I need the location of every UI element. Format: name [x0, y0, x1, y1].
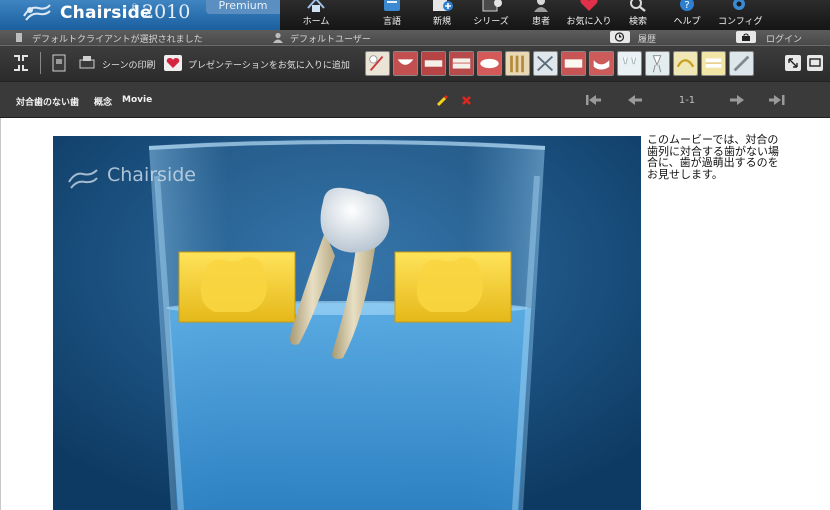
nav-new[interactable]: 新規 [424, 0, 460, 30]
edit-pencil-icon[interactable] [436, 94, 449, 107]
brand-year: 2010 [142, 1, 191, 23]
fullscreen-icon[interactable] [784, 54, 802, 72]
first-page-icon[interactable] [584, 92, 602, 108]
login-label[interactable]: ログイン [766, 32, 802, 45]
video-watermark: Chairside [107, 164, 196, 186]
history-label[interactable]: 履歴 [638, 32, 656, 45]
nav-patient[interactable]: 患者 [526, 0, 556, 30]
nav-label: お気に入り [566, 17, 612, 27]
scene-thumbnail[interactable] [645, 51, 670, 76]
scene-thumbnail[interactable] [477, 51, 502, 76]
scene-thumbnail[interactable] [365, 51, 390, 76]
scene-concept: 概念 [94, 98, 113, 108]
nav-home[interactable]: ホーム [296, 0, 336, 30]
thumbnail-image [422, 52, 445, 75]
toolbar-divider [40, 52, 41, 74]
print-icon[interactable] [78, 54, 96, 72]
nav-series[interactable]: シリーズ [470, 0, 512, 30]
nav-label: ホーム [302, 17, 330, 27]
nav-label: 新規 [432, 17, 451, 27]
movie-player[interactable]: Chairside [53, 136, 641, 510]
new-icon [433, 0, 453, 11]
scene-thumbnail[interactable] [617, 51, 642, 76]
brand-trademark: ® [131, 3, 138, 11]
patient-icon [534, 0, 548, 12]
home-icon [307, 0, 325, 12]
config-icon [733, 0, 745, 10]
heart-icon[interactable] [164, 54, 182, 72]
next-page-icon[interactable] [728, 92, 746, 108]
toolbar: シーンの印刷 プレゼンテーションをお気に入りに追加 [0, 45, 830, 81]
movie-frame [53, 136, 641, 510]
nav-label: コンフィグ [718, 17, 763, 27]
presentation-icon[interactable] [806, 54, 824, 72]
layout-grid-icon[interactable] [12, 54, 30, 72]
thumbnail-image [534, 52, 557, 75]
brand-banner: Chairside ® 2010 Premium [0, 0, 280, 30]
scene-thumbnail[interactable] [505, 51, 530, 76]
nav-label: 言語 [382, 17, 401, 27]
scene-description: このムービーでは、対合の歯列に対合する歯がない場合に、歯が過萌出するのをお見せし… [647, 133, 779, 181]
thumbnail-image [618, 52, 641, 75]
login-button[interactable] [736, 31, 756, 43]
client-status: デフォルトクライアントが選択されました [32, 35, 203, 45]
previous-page-icon[interactable] [626, 92, 644, 108]
edition-badge: Premium [206, 0, 280, 14]
user-status[interactable]: デフォルトユーザー [290, 32, 371, 45]
client-icon [16, 33, 22, 42]
scene-thumbnail[interactable] [701, 51, 726, 76]
thumbnail-image [702, 52, 725, 75]
clock-icon [614, 32, 625, 42]
content-area: Chairside このムービーでは、対合の歯列に対合する歯がない場合に、歯が過… [0, 118, 830, 510]
nav-label: 検索 [628, 17, 647, 27]
top-app-bar: Chairside ® 2010 Premium ホーム 言語 新規 シリーズ [0, 0, 830, 30]
scene-type: Movie [122, 95, 153, 105]
thumbnail-image [478, 52, 501, 75]
nav-favorites[interactable]: お気に入り [566, 0, 612, 30]
scene-thumbnail[interactable] [729, 51, 754, 76]
document-icon[interactable] [50, 54, 68, 72]
help-icon: ? [680, 0, 694, 11]
scene-thumbnail[interactable] [533, 51, 558, 76]
nav-language[interactable]: 言語 [376, 0, 408, 30]
nav-label: シリーズ [473, 17, 509, 27]
thumbnail-image [590, 52, 613, 75]
nav-config[interactable]: コンフィグ [718, 0, 763, 30]
scene-bar: 対合歯のない歯 概念 Movie 1-1 [0, 81, 830, 118]
chairside-logo-icon [23, 4, 51, 21]
thumbnail-image [506, 52, 529, 75]
scene-thumbnail[interactable] [673, 51, 698, 76]
series-icon [482, 0, 502, 12]
scene-title: 対合歯のない歯 [16, 98, 80, 108]
last-page-icon[interactable] [768, 92, 786, 108]
thumbnail-image [674, 52, 697, 75]
scene-thumbnail[interactable] [421, 51, 446, 76]
print-scene-label[interactable]: シーンの印刷 [102, 58, 156, 71]
delete-icon[interactable] [461, 95, 472, 106]
thumbnail-image [394, 52, 417, 75]
favorites-icon [580, 0, 598, 11]
nav-help[interactable]: ? ヘルプ [670, 0, 704, 30]
scene-thumbnail[interactable] [561, 51, 586, 76]
thumbnail-image [646, 52, 669, 75]
thumbnail-image [730, 52, 753, 75]
page-counter: 1-1 [678, 95, 696, 106]
thumbnail-image [366, 52, 389, 75]
svg-text:?: ? [684, 0, 689, 11]
nav-search[interactable]: 検索 [622, 0, 654, 30]
lock-icon [742, 33, 750, 41]
add-favorite-label[interactable]: プレゼンテーションをお気に入りに追加 [188, 58, 350, 71]
scene-thumbnail[interactable] [589, 51, 614, 76]
scene-thumbnail[interactable] [393, 51, 418, 76]
scene-thumbnail[interactable] [449, 51, 474, 76]
thumbnail-image [562, 52, 585, 75]
thumbnail-image [450, 52, 473, 75]
nav-label: ヘルプ [673, 17, 701, 27]
language-icon [384, 0, 400, 11]
nav-label: 患者 [531, 17, 550, 27]
search-icon [630, 0, 646, 12]
user-icon [273, 32, 283, 43]
history-button[interactable] [610, 31, 630, 43]
status-bar: デフォルトクライアントが選択されました デフォルトユーザー 履歴 ログイン [0, 30, 830, 45]
